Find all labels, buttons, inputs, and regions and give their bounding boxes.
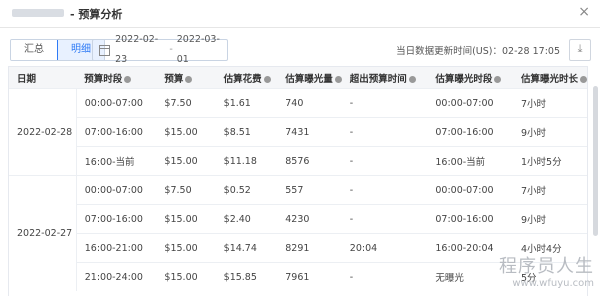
col-est-spend: 估算花费 xyxy=(215,67,278,89)
cell-budget: $15.00 xyxy=(156,262,216,291)
cell-est-impressions: 8291 xyxy=(277,233,342,263)
table-row: 07:00-16:00 $15.00 $2.40 4230 - 07:00-16… xyxy=(9,204,587,234)
help-icon[interactable] xyxy=(263,75,271,83)
calendar-icon xyxy=(99,44,111,56)
help-icon[interactable] xyxy=(494,75,502,83)
watermark-title: 程序员人生 xyxy=(499,256,594,277)
help-icon[interactable] xyxy=(334,75,342,83)
cell-over-budget-time: - xyxy=(341,146,428,176)
cell-budget: $15.00 xyxy=(156,233,216,263)
cell-est-impressions: 8576 xyxy=(277,146,342,176)
table-row: 2022-02-27 00:00-07:00 $7.50 $0.52 557 -… xyxy=(9,175,587,291)
view-toggle: 汇总 明细 xyxy=(10,39,105,61)
date-cell: 2022-02-28 xyxy=(9,88,77,176)
cell-est-exposure-duration: 7小时 xyxy=(512,88,587,118)
cell-est-spend: $15.85 xyxy=(215,262,278,291)
toolbar: 汇总 明细 2022-02-23 - 2022-03-01 当日数据更新时间(U… xyxy=(0,34,600,65)
cell-budget: $15.00 xyxy=(156,117,216,147)
cell-est-impressions: 557 xyxy=(277,175,342,205)
help-icon[interactable] xyxy=(580,75,587,83)
col-budget-period: 预算时段 xyxy=(76,67,157,89)
col-budget-label: 预算 xyxy=(164,73,184,85)
cell-est-exposure-duration: 9小时 xyxy=(512,204,587,234)
col-over-budget-time-label: 超出预算时间 xyxy=(349,73,407,85)
date-separator: - xyxy=(169,44,173,55)
close-icon[interactable]: × xyxy=(578,4,590,20)
cell-est-impressions: 4230 xyxy=(277,204,342,234)
col-est-impressions-label: 估算曝光量 xyxy=(285,73,333,85)
col-est-exposure-duration: 估算曝光时长 xyxy=(512,67,587,89)
cell-budget: $15.00 xyxy=(156,146,216,176)
table-row: 07:00-16:00 $15.00 $8.51 7431 - 07:00-16… xyxy=(9,117,587,147)
help-icon[interactable] xyxy=(124,75,132,83)
cell-est-exposure-period: 16:00-当前 xyxy=(427,146,513,176)
cell-est-exposure-period: 07:00-16:00 xyxy=(427,117,513,147)
col-est-exposure-period: 估算曝光时段 xyxy=(427,67,513,89)
cell-budget: $15.00 xyxy=(156,204,216,234)
cell-budget: $7.50 xyxy=(156,175,216,205)
table-row: 16:00-当前 $15.00 $11.18 8576 - 16:00-当前 1… xyxy=(9,146,587,176)
cell-est-exposure-duration: 7小时 xyxy=(512,175,587,205)
table-row: 2022-02-28 00:00-07:00 $7.50 $1.61 740 -… xyxy=(9,88,587,176)
cell-over-budget-time: - xyxy=(341,88,428,118)
col-over-budget-time: 超出预算时间 xyxy=(341,67,428,89)
tab-summary[interactable]: 汇总 xyxy=(11,40,57,60)
data-updated-time: 当日数据更新时间(US)：02-28 17:05 xyxy=(396,46,560,57)
cell-budget-period: 07:00-16:00 xyxy=(76,204,157,234)
date-start: 2022-02-23 xyxy=(115,34,159,65)
col-est-spend-label: 估算花费 xyxy=(223,73,262,85)
cell-est-spend: $1.61 xyxy=(215,88,278,118)
cell-est-spend: $14.74 xyxy=(215,233,278,263)
dialog-title: - 预算分析 xyxy=(70,8,123,21)
col-est-impressions: 估算曝光量 xyxy=(277,67,342,89)
cell-budget-period: 00:00-07:00 xyxy=(76,175,157,205)
redacted-account-name xyxy=(12,9,64,17)
cell-budget-period: 00:00-07:00 xyxy=(76,88,157,118)
vertical-scrollbar[interactable] xyxy=(593,86,598,236)
cell-budget-period: 21:00-24:00 xyxy=(76,262,157,291)
cell-budget-period: 16:00-当前 xyxy=(76,146,157,176)
cell-budget-period: 16:00-21:00 xyxy=(76,233,157,263)
help-icon[interactable] xyxy=(408,75,416,83)
cell-budget: $7.50 xyxy=(156,88,216,118)
cell-est-impressions: 740 xyxy=(277,88,342,118)
watermark-url: www.wfuyu.com xyxy=(512,278,594,289)
col-est-exposure-period-label: 估算曝光时段 xyxy=(435,73,493,85)
cell-est-spend: $2.40 xyxy=(215,204,278,234)
cell-over-budget-time: - xyxy=(341,204,428,234)
cell-est-exposure-period: 00:00-07:00 xyxy=(427,175,513,205)
cell-est-exposure-period: 00:00-07:00 xyxy=(427,88,513,118)
col-budget: 预算 xyxy=(156,67,216,89)
date-cell: 2022-02-27 xyxy=(9,175,77,291)
cell-est-exposure-period: 07:00-16:00 xyxy=(427,204,513,234)
cell-est-spend: $8.51 xyxy=(215,117,278,147)
cell-over-budget-time: - xyxy=(341,262,428,291)
date-range-picker[interactable]: 2022-02-23 - 2022-03-01 xyxy=(92,34,228,65)
date-end: 2022-03-01 xyxy=(176,34,220,65)
col-budget-period-label: 预算时段 xyxy=(84,73,123,85)
cell-budget-period: 07:00-16:00 xyxy=(76,117,157,147)
cell-over-budget-time: - xyxy=(341,175,428,205)
cell-est-impressions: 7961 xyxy=(277,262,342,291)
help-icon[interactable] xyxy=(185,75,193,83)
dialog-titlebar: - 预算分析 × xyxy=(0,0,600,28)
site-watermark: 程序员人生 www.wfuyu.com xyxy=(499,252,594,289)
cell-est-exposure-duration: 1小时5分 xyxy=(512,146,587,176)
cell-over-budget-time: 20:04 xyxy=(341,233,428,263)
table-header-row: 日期 预算时段 预算 估算花费 估算曝光量 超出预算时间 估算曝光时段 估算曝光… xyxy=(9,67,587,89)
cell-est-spend: $0.52 xyxy=(215,175,278,205)
cell-est-exposure-duration: 9小时 xyxy=(512,117,587,147)
col-est-exposure-duration-label: 估算曝光时长 xyxy=(520,73,578,85)
cell-est-impressions: 7431 xyxy=(277,117,342,147)
cell-est-spend: $11.18 xyxy=(215,146,278,176)
col-date: 日期 xyxy=(9,67,77,89)
download-icon[interactable]: ⤓ xyxy=(569,39,591,61)
cell-over-budget-time: - xyxy=(341,117,428,147)
